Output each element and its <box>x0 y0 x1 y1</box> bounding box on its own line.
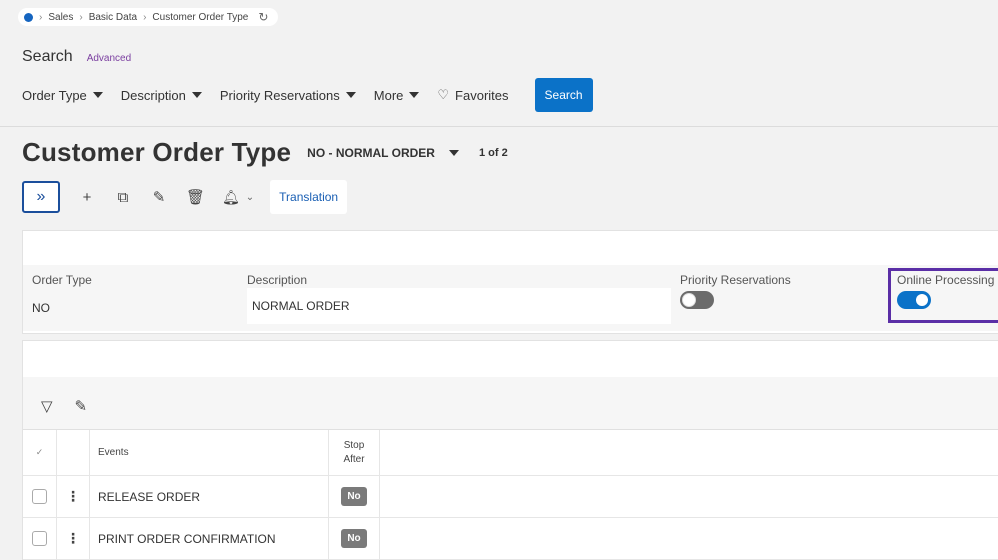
events-column-header[interactable]: Events <box>90 430 329 475</box>
checkmark-icon: ✓ <box>35 447 44 457</box>
filter-priority-reservations[interactable]: Priority Reservations <box>220 88 356 103</box>
expand-navigator-button[interactable]: » <box>22 181 60 213</box>
page-header: Customer Order Type NO - NORMAL ORDER 1 … <box>22 137 508 168</box>
events-card-header <box>23 341 998 377</box>
toggle-knob <box>682 293 696 307</box>
filter-order-type[interactable]: Order Type <box>22 88 103 103</box>
row-actions-cell: ⋮ <box>57 476 90 517</box>
notifications-dropdown[interactable]: 🔔︎ ⌄ <box>222 189 254 206</box>
header-fields: Order Type NO Description NORMAL ORDER P… <box>23 265 998 331</box>
breadcrumb-item-basic-data[interactable]: Basic Data <box>89 12 137 23</box>
description-value: NORMAL ORDER <box>252 299 350 313</box>
row-select-cell <box>23 518 57 559</box>
chevron-right-icon: › <box>79 11 83 23</box>
events-table: ✓ Events Stop After ⋮ RELEASE ORDER No ⋮… <box>23 429 998 560</box>
order-type-label: Order Type <box>32 273 92 287</box>
actions-column-header <box>57 430 90 475</box>
stop-after-badge: No <box>341 529 367 548</box>
highlight-box <box>888 268 998 323</box>
breadcrumb: › Sales › Basic Data › Customer Order Ty… <box>18 8 279 26</box>
record-selector-label[interactable]: NO - NORMAL ORDER <box>307 146 435 160</box>
table-row[interactable]: ⋮ PRINT ORDER CONFIRMATION No <box>23 518 998 560</box>
duplicate-icon[interactable]: ⧉ <box>114 189 132 206</box>
caret-down-icon[interactable] <box>448 149 459 156</box>
divider <box>0 126 998 127</box>
double-chevron-right-icon: » <box>36 188 46 205</box>
row-checkbox[interactable] <box>32 531 47 546</box>
event-cell: RELEASE ORDER <box>90 476 329 517</box>
search-button[interactable]: Search <box>534 78 593 112</box>
chevron-right-icon: › <box>39 11 43 23</box>
filter-more[interactable]: More <box>374 88 420 103</box>
header-record-card: Order Type NO Description NORMAL ORDER P… <box>22 230 998 334</box>
edit-icon[interactable]: ✎ <box>75 397 88 415</box>
event-cell: PRINT ORDER CONFIRMATION <box>90 518 329 559</box>
filter-description[interactable]: Description <box>121 88 202 103</box>
priority-reservations-toggle[interactable] <box>680 291 714 309</box>
chevron-down-icon: ⌄ <box>245 191 255 203</box>
filter-icon[interactable]: ▽ <box>41 397 53 415</box>
advanced-search-link[interactable]: Advanced <box>87 53 131 64</box>
select-all-column[interactable]: ✓ <box>23 430 57 475</box>
row-select-cell <box>23 476 57 517</box>
search-filter-bar: Order Type Description Priority Reservat… <box>22 78 593 112</box>
kebab-menu-icon[interactable]: ⋮ <box>66 530 80 547</box>
filter-label: Order Type <box>22 87 87 103</box>
row-checkbox[interactable] <box>32 489 47 504</box>
filter-label: More <box>373 87 404 103</box>
order-type-value: NO <box>32 301 50 315</box>
caret-down-icon <box>191 92 202 98</box>
record-count: 1 of 2 <box>478 146 508 159</box>
description-field[interactable]: NORMAL ORDER <box>247 288 671 324</box>
event-name: PRINT ORDER CONFIRMATION <box>98 531 276 546</box>
caret-down-icon <box>345 92 356 98</box>
favorites-label: Favorites <box>455 87 509 103</box>
caret-down-icon <box>409 92 420 98</box>
bell-icon: 🔔︎ <box>222 188 240 205</box>
page-title: Customer Order Type <box>22 137 292 167</box>
breadcrumb-item-sales[interactable]: Sales <box>48 12 73 23</box>
events-header-label: Events <box>98 447 129 458</box>
grid-toolbar: ▽ ✎ <box>41 397 87 415</box>
description-label: Description <box>247 273 308 287</box>
events-card: ▽ ✎ ✓ Events Stop After ⋮ RELEASE ORDER … <box>22 340 998 560</box>
chevron-right-icon: › <box>143 11 147 23</box>
favorites-filter[interactable]: ♡ Favorites <box>437 87 508 103</box>
priority-reservations-label: Priority Reservations <box>680 273 791 287</box>
stop-after-column-header[interactable]: Stop After <box>329 430 380 475</box>
table-header-row: ✓ Events Stop After <box>23 430 998 476</box>
search-header: Search Advanced <box>22 48 131 66</box>
stop-after-cell: No <box>329 476 380 517</box>
stop-after-badge: No <box>341 487 367 506</box>
home-icon[interactable] <box>24 12 33 22</box>
stop-after-cell: No <box>329 518 380 559</box>
heart-icon: ♡ <box>437 87 450 102</box>
caret-down-icon <box>92 92 103 98</box>
filter-label: Description <box>120 87 186 103</box>
kebab-menu-icon[interactable]: ⋮ <box>66 488 80 505</box>
table-row[interactable]: ⋮ RELEASE ORDER No <box>23 476 998 518</box>
add-icon[interactable]: + <box>78 189 96 206</box>
stop-after-header-label: Stop After <box>343 439 365 465</box>
edit-icon[interactable]: ✎ <box>150 188 168 206</box>
row-actions-cell: ⋮ <box>57 518 90 559</box>
filter-label: Priority Reservations <box>219 87 340 103</box>
breadcrumb-item-customer-order-type[interactable]: Customer Order Type <box>152 12 248 23</box>
event-name: RELEASE ORDER <box>98 489 201 504</box>
record-toolbar: » + ⧉ ✎ 🗑 🔔︎ ⌄ Translation <box>22 180 348 214</box>
search-title: Search <box>22 48 73 65</box>
translation-button[interactable]: Translation <box>270 180 348 214</box>
delete-icon[interactable]: 🗑 <box>186 188 205 206</box>
refresh-icon[interactable]: ↻ <box>258 10 268 24</box>
